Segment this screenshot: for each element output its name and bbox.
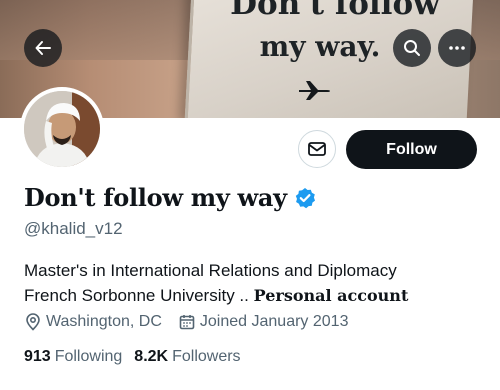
- avatar-image: [24, 91, 100, 167]
- joined-text: Joined January 2013: [199, 313, 349, 330]
- follow-button[interactable]: Follow: [346, 130, 477, 169]
- handle: @khalid_v12: [24, 219, 123, 238]
- name-row: Don't follow my way: [24, 183, 316, 212]
- followed-by-row-partial: [24, 382, 484, 390]
- search-icon: [404, 40, 420, 56]
- mail-icon: [308, 142, 326, 156]
- search-button[interactable]: [393, 29, 431, 67]
- banner-text-line1: Don't follow: [230, 0, 440, 22]
- location-text: Washington, DC: [46, 313, 162, 330]
- banner-text-line2: my way.: [259, 30, 381, 63]
- bio-line-1: Master's in International Relations and …: [24, 261, 397, 280]
- profile-stats: 913 Following 8.2K Followers: [24, 348, 253, 366]
- display-name: Don't follow my way: [24, 183, 287, 212]
- bio: Master's in International Relations and …: [24, 258, 408, 308]
- followers-link[interactable]: 8.2K Followers: [134, 348, 240, 366]
- message-button[interactable]: [298, 130, 336, 168]
- followers-count: 8.2K: [134, 348, 169, 365]
- following-link[interactable]: 913 Following: [24, 348, 122, 366]
- location-item: Washington, DC: [24, 313, 162, 331]
- more-horizontal-icon: [449, 46, 465, 50]
- followed-by-avatars-partial: [24, 385, 484, 390]
- following-count: 913: [24, 348, 51, 365]
- avatar[interactable]: [20, 87, 104, 171]
- calendar-icon: [179, 315, 195, 330]
- arrow-left-icon: [35, 41, 51, 55]
- location-pin-icon: [26, 313, 40, 331]
- joined-item: Joined January 2013: [178, 313, 349, 331]
- following-label: Following: [54, 348, 123, 365]
- bio-line-2-prefix: French Sorbonne University ..: [24, 286, 254, 305]
- bio-line-2: French Sorbonne University .. Personal a…: [24, 283, 408, 308]
- profile-meta: Washington, DC Joined January 2013: [24, 313, 364, 331]
- bio-line-2-suffix: Personal account: [253, 286, 409, 305]
- back-button[interactable]: [24, 29, 62, 67]
- airplane-icon: [299, 81, 330, 100]
- followers-label: Followers: [172, 348, 241, 365]
- more-button[interactable]: [438, 29, 476, 67]
- verified-badge-icon[interactable]: [294, 187, 316, 209]
